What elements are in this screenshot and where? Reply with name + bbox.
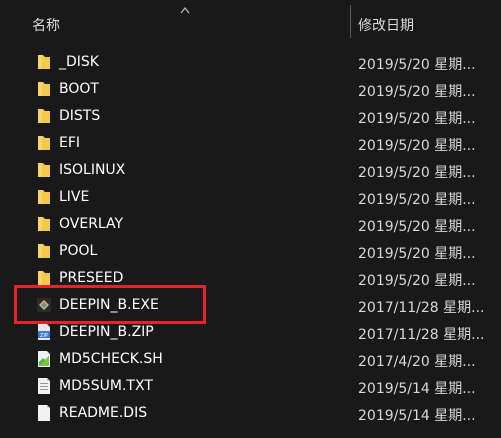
red-highlight-annotation bbox=[14, 285, 206, 324]
file-name: ISOLINUX bbox=[59, 162, 126, 178]
folder-icon bbox=[38, 109, 50, 123]
list-item[interactable]: README.DIS 2019/5/14 星期... bbox=[0, 400, 501, 427]
file-name: LIVE bbox=[59, 189, 90, 205]
list-item[interactable]: MD5CHECK.SH 2017/4/20 星期... bbox=[0, 346, 501, 373]
file-name: README.DIS bbox=[59, 405, 148, 421]
file-date: 2019/5/20 星期... bbox=[358, 246, 476, 262]
date-modified-column-header[interactable]: 修改日期 bbox=[358, 15, 414, 35]
file-name: POOL bbox=[59, 243, 98, 259]
file-date: 2019/5/20 星期... bbox=[358, 57, 476, 73]
file-name: BOOT bbox=[59, 81, 99, 97]
column-header-bar: 名称 修改日期 bbox=[0, 0, 501, 38]
list-item[interactable]: OVERLAY 2019/5/20 星期... bbox=[0, 211, 501, 238]
text-file-icon bbox=[38, 405, 50, 421]
list-item[interactable]: BOOT 2019/5/20 星期... bbox=[0, 76, 501, 103]
file-date: 2019/5/14 星期... bbox=[358, 408, 476, 424]
file-name: EFI bbox=[59, 135, 81, 151]
script-file-icon bbox=[38, 351, 50, 367]
folder-icon bbox=[38, 217, 50, 231]
file-date: 2017/11/28 星期... bbox=[358, 327, 485, 343]
file-date: 2019/5/20 星期... bbox=[358, 165, 476, 181]
file-date: 2017/11/28 星期... bbox=[358, 300, 485, 316]
list-item[interactable]: EFI 2019/5/20 星期... bbox=[0, 130, 501, 157]
file-explorer-window: 名称 修改日期 _DISK 2019/5/20 星期... BOOT 2019/… bbox=[0, 0, 501, 438]
file-date: 2019/5/20 星期... bbox=[358, 273, 476, 289]
file-date: 2019/5/14 星期... bbox=[358, 381, 476, 397]
folder-icon bbox=[38, 244, 50, 258]
file-date: 2019/5/20 星期... bbox=[358, 138, 476, 154]
file-name: MD5CHECK.SH bbox=[59, 351, 163, 367]
name-column-header[interactable]: 名称 bbox=[32, 15, 60, 35]
sort-ascending-icon[interactable] bbox=[180, 6, 190, 14]
file-date: 2019/5/20 星期... bbox=[358, 111, 476, 127]
list-item[interactable]: DISTS 2019/5/20 星期... bbox=[0, 103, 501, 130]
file-name: _DISK bbox=[59, 54, 99, 70]
folder-icon bbox=[38, 190, 50, 204]
svg-text:ZIP: ZIP bbox=[40, 333, 48, 339]
list-item[interactable]: _DISK 2019/5/20 星期... bbox=[0, 49, 501, 76]
file-date: 2019/5/20 星期... bbox=[358, 84, 476, 100]
file-date: 2017/4/20 星期... bbox=[358, 354, 476, 370]
folder-icon bbox=[38, 82, 50, 96]
file-name: DEEPIN_B.ZIP bbox=[59, 324, 154, 340]
file-date: 2019/5/20 星期... bbox=[358, 192, 476, 208]
folder-icon bbox=[38, 136, 50, 150]
list-item[interactable]: MD5SUM.TXT 2019/5/14 星期... bbox=[0, 373, 501, 400]
file-name: OVERLAY bbox=[59, 216, 124, 232]
file-date: 2019/5/20 星期... bbox=[358, 219, 476, 235]
column-divider[interactable] bbox=[350, 5, 351, 38]
file-list: _DISK 2019/5/20 星期... BOOT 2019/5/20 星期.… bbox=[0, 49, 501, 427]
folder-icon bbox=[38, 55, 50, 69]
list-item[interactable]: ISOLINUX 2019/5/20 星期... bbox=[0, 157, 501, 184]
folder-icon bbox=[38, 163, 50, 177]
list-item[interactable]: POOL 2019/5/20 星期... bbox=[0, 238, 501, 265]
list-item[interactable]: LIVE 2019/5/20 星期... bbox=[0, 184, 501, 211]
file-name: MD5SUM.TXT bbox=[59, 378, 153, 394]
file-name: PRESEED bbox=[59, 270, 124, 286]
text-file-icon bbox=[38, 378, 50, 394]
zip-archive-icon: ZIP bbox=[38, 324, 50, 340]
file-name: DISTS bbox=[59, 108, 101, 124]
